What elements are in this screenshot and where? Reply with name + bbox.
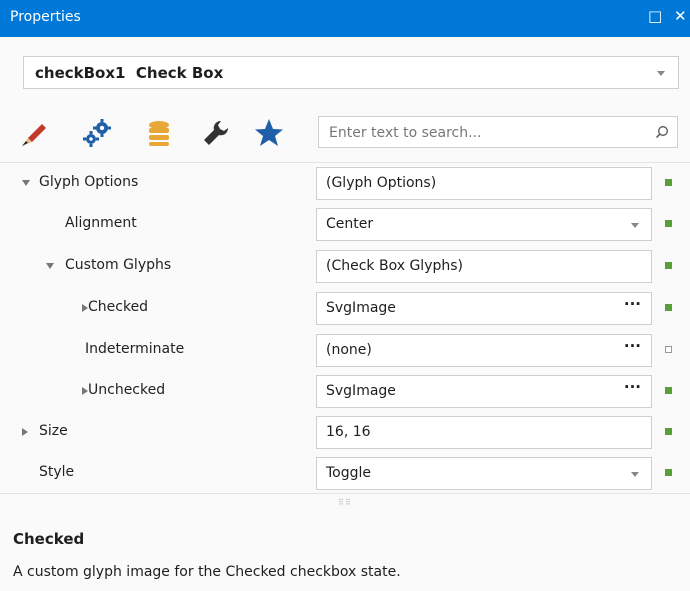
expand-arrow-icon[interactable] bbox=[22, 428, 28, 436]
property-marker-icon[interactable] bbox=[665, 304, 672, 311]
ellipsis-button[interactable]: ··· bbox=[624, 378, 641, 396]
property-row[interactable]: Glyph Options (Glyph Options) bbox=[0, 163, 690, 204]
property-name: Alignment bbox=[65, 215, 137, 231]
search-input[interactable] bbox=[327, 122, 651, 144]
property-name: Glyph Options bbox=[39, 174, 139, 190]
properties-titlebar: Properties □ ✕ bbox=[0, 0, 690, 37]
property-value: SvgImage bbox=[326, 383, 396, 399]
property-name: Unchecked bbox=[88, 382, 166, 398]
close-icon[interactable]: ✕ bbox=[674, 6, 687, 26]
ellipsis-button[interactable]: ··· bbox=[624, 295, 641, 313]
property-value-editor[interactable]: (Glyph Options) bbox=[316, 167, 652, 200]
property-marker-icon[interactable] bbox=[665, 220, 672, 227]
property-marker-icon[interactable] bbox=[665, 262, 672, 269]
property-name: Checked bbox=[88, 299, 149, 315]
property-value-editor[interactable]: (Check Box Glyphs) bbox=[316, 250, 652, 283]
description-splitter[interactable] bbox=[0, 493, 690, 494]
splitter-grip-icon[interactable]: ⠿⠿ bbox=[338, 498, 352, 507]
brush-icon[interactable] bbox=[16, 116, 50, 150]
property-value: (Check Box Glyphs) bbox=[326, 258, 463, 274]
chevron-down-icon[interactable] bbox=[631, 223, 639, 228]
search-icon[interactable] bbox=[655, 125, 669, 139]
panel-title: Properties bbox=[10, 9, 81, 25]
database-icon[interactable] bbox=[142, 116, 176, 150]
property-value: (none) bbox=[326, 342, 372, 358]
property-marker-icon[interactable] bbox=[665, 346, 672, 353]
property-value-editor[interactable]: (none) ··· bbox=[316, 334, 652, 367]
property-value-editor[interactable]: SvgImage ··· bbox=[316, 292, 652, 325]
property-value: Center bbox=[326, 216, 374, 232]
property-row[interactable]: Unchecked SvgImage ··· bbox=[0, 371, 690, 412]
property-row[interactable]: Custom Glyphs (Check Box Glyphs) bbox=[0, 246, 690, 287]
property-name: Custom Glyphs bbox=[65, 257, 172, 273]
property-value-editor[interactable]: SvgImage ··· bbox=[316, 375, 652, 408]
property-name: Style bbox=[39, 464, 75, 480]
property-value-editor[interactable]: Toggle bbox=[316, 457, 652, 490]
collapse-arrow-icon[interactable] bbox=[46, 263, 54, 269]
property-row[interactable]: Alignment Center bbox=[0, 204, 690, 245]
property-name: Size bbox=[39, 423, 68, 439]
property-row[interactable]: Style Toggle bbox=[0, 453, 690, 494]
property-value-editor[interactable]: 16, 16 bbox=[316, 416, 652, 449]
gears-icon[interactable] bbox=[80, 116, 114, 150]
object-name: checkBox1 bbox=[35, 64, 126, 82]
wrench-icon[interactable] bbox=[199, 116, 233, 150]
property-value: (Glyph Options) bbox=[326, 175, 437, 191]
star-icon[interactable] bbox=[252, 116, 286, 150]
property-value-editor[interactable]: Center bbox=[316, 208, 652, 241]
object-selector[interactable]: checkBox1 Check Box bbox=[23, 56, 679, 89]
property-marker-icon[interactable] bbox=[665, 179, 672, 186]
description-text: A custom glyph image for the Checked che… bbox=[13, 564, 401, 580]
property-row[interactable]: Indeterminate (none) ··· bbox=[0, 330, 690, 371]
property-marker-icon[interactable] bbox=[665, 469, 672, 476]
property-value: Toggle bbox=[326, 465, 372, 481]
description-title: Checked bbox=[13, 530, 85, 548]
property-row[interactable]: Size 16, 16 bbox=[0, 412, 690, 453]
chevron-down-icon[interactable] bbox=[631, 472, 639, 477]
property-row[interactable]: Checked SvgImage ··· bbox=[0, 288, 690, 329]
property-marker-icon[interactable] bbox=[665, 387, 672, 394]
search-box[interactable] bbox=[318, 116, 678, 148]
collapse-arrow-icon[interactable] bbox=[22, 180, 30, 186]
ellipsis-button[interactable]: ··· bbox=[624, 337, 641, 355]
property-name: Indeterminate bbox=[85, 341, 185, 357]
restore-icon[interactable]: □ bbox=[648, 6, 662, 26]
chevron-down-icon[interactable] bbox=[657, 71, 665, 76]
object-type: Check Box bbox=[135, 64, 224, 82]
property-value: SvgImage bbox=[326, 300, 396, 316]
property-marker-icon[interactable] bbox=[665, 428, 672, 435]
property-value: 16, 16 bbox=[326, 424, 371, 440]
